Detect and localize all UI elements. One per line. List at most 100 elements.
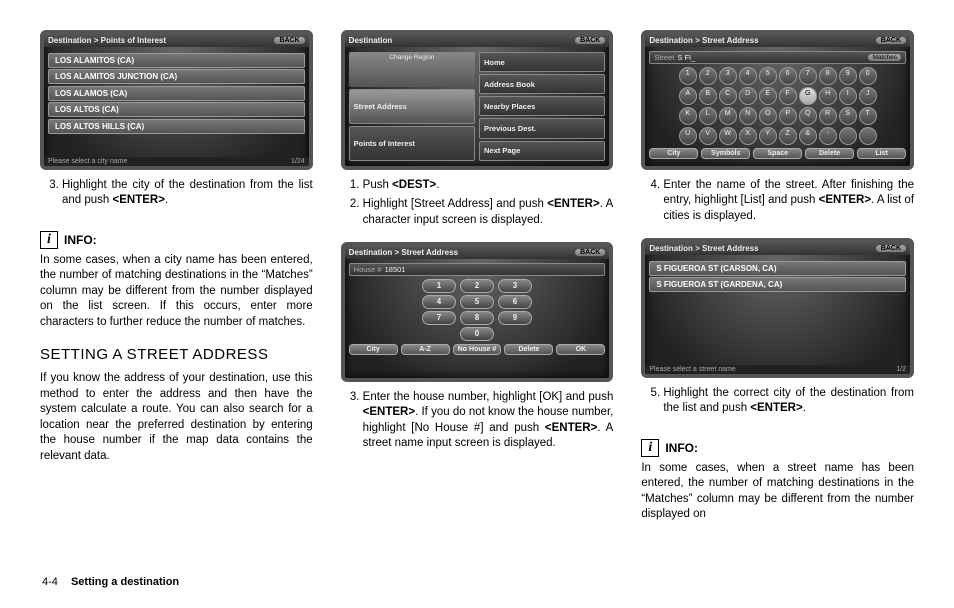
screenshot-house-number: Destination > Street Address BACK House … [341, 242, 614, 382]
breadcrumb: Destination > Street Address [349, 248, 575, 257]
key-9[interactable]: 9 [498, 311, 532, 325]
key-4[interactable]: 4 [739, 67, 757, 85]
street-field[interactable]: Street S FI_ Matches [649, 51, 906, 64]
house-number-field[interactable]: House # 18501 [349, 263, 606, 276]
key--[interactable]: - [819, 127, 837, 145]
key-V[interactable]: V [699, 127, 717, 145]
menu-address-book[interactable]: Address Book [479, 74, 605, 94]
key-8[interactable]: 8 [460, 311, 494, 325]
az-button[interactable]: A-Z [401, 344, 450, 355]
back-button[interactable]: BACK [876, 245, 906, 252]
list-item[interactable]: S FIGUEROA ST (GARDENA, CA) [649, 277, 906, 292]
key-K[interactable]: K [679, 107, 697, 125]
key-1[interactable]: 1 [679, 67, 697, 85]
key-2[interactable]: 2 [699, 67, 717, 85]
key-X[interactable]: X [739, 127, 757, 145]
alpha-keyboard: 1234567890 ABCDEFGHIJ KLMNOPQRST UVWXYZ&- [649, 67, 906, 145]
change-region[interactable]: Change Region [349, 52, 475, 87]
key-A[interactable]: A [679, 87, 697, 105]
key-G[interactable]: G [799, 87, 817, 105]
list-item[interactable]: LOS ALAMOS (CA) [48, 86, 305, 101]
back-button[interactable]: BACK [575, 249, 605, 256]
list-item[interactable]: LOS ALTOS (CA) [48, 102, 305, 117]
key-5[interactable]: 5 [460, 295, 494, 309]
key-3[interactable]: 3 [719, 67, 737, 85]
back-button[interactable]: BACK [575, 37, 605, 44]
key-2[interactable]: 2 [460, 279, 494, 293]
key-R[interactable]: R [819, 107, 837, 125]
key-J[interactable]: J [859, 87, 877, 105]
key-O[interactable]: O [759, 107, 777, 125]
space-button[interactable]: Space [753, 148, 802, 159]
key-7[interactable]: 7 [799, 67, 817, 85]
key-H[interactable]: H [819, 87, 837, 105]
key-L[interactable]: L [699, 107, 717, 125]
list-item[interactable]: LOS ALAMITOS JUNCTION (CA) [48, 69, 305, 84]
key-7[interactable]: 7 [422, 311, 456, 325]
list-item[interactable]: LOS ALTOS HILLS (CA) [48, 119, 305, 134]
key-5[interactable]: 5 [759, 67, 777, 85]
city-button[interactable]: City [349, 344, 398, 355]
key-E[interactable]: E [759, 87, 777, 105]
delete-button[interactable]: Delete [805, 148, 854, 159]
key-D[interactable]: D [739, 87, 757, 105]
section-body: If you know the address of your destinat… [40, 371, 313, 464]
key-9[interactable]: 9 [839, 67, 857, 85]
info-body: In some cases, when a city name has been… [40, 253, 313, 331]
info-icon: i [40, 231, 58, 249]
list-item[interactable]: LOS ALAMITOS (CA) [48, 53, 305, 68]
symbols-button[interactable]: Symbols [701, 148, 750, 159]
menu-prev-dest[interactable]: Previous Dest. [479, 118, 605, 138]
page-counter: 1/2 [896, 366, 906, 373]
key-0[interactable]: 0 [460, 327, 494, 341]
menu-nearby[interactable]: Nearby Places [479, 96, 605, 116]
key-3[interactable]: 3 [498, 279, 532, 293]
list-item[interactable]: S FIGUEROA ST (CARSON, CA) [649, 261, 906, 276]
key-6[interactable]: 6 [779, 67, 797, 85]
step-list: Highlight the correct city of the destin… [641, 386, 914, 421]
screenshot-street-results: Destination > Street Address BACK S FIGU… [641, 238, 914, 378]
menu-home[interactable]: Home [479, 52, 605, 72]
matches-badge: Matches [868, 54, 901, 61]
key-B[interactable]: B [699, 87, 717, 105]
key-blank [859, 127, 877, 145]
step-3: Highlight the city of the destination fr… [62, 178, 313, 209]
key-F[interactable]: F [779, 87, 797, 105]
key-8[interactable]: 8 [819, 67, 837, 85]
hint-text: Please select a street name [649, 366, 735, 373]
page-counter: 1/24 [291, 158, 305, 165]
numpad: 123 456 789 0 [349, 279, 606, 341]
no-house-button[interactable]: No House # [453, 344, 502, 355]
city-button[interactable]: City [649, 148, 698, 159]
info-heading: i INFO: [641, 439, 914, 457]
key-P[interactable]: P [779, 107, 797, 125]
back-button[interactable]: BACK [274, 37, 304, 44]
menu-poi[interactable]: Points of Interest [349, 126, 475, 161]
key-Y[interactable]: Y [759, 127, 777, 145]
menu-street-address[interactable]: Street Address [349, 89, 475, 124]
key-&[interactable]: & [799, 127, 817, 145]
key-W[interactable]: W [719, 127, 737, 145]
key-0[interactable]: 0 [859, 67, 877, 85]
ok-button[interactable]: OK [556, 344, 605, 355]
list-button[interactable]: List [857, 148, 906, 159]
menu-next-page[interactable]: Next Page [479, 141, 605, 161]
key-T[interactable]: T [859, 107, 877, 125]
step-2: Highlight [Street Address] and push <ENT… [363, 197, 614, 228]
key-4[interactable]: 4 [422, 295, 456, 309]
key-S[interactable]: S [839, 107, 857, 125]
key-M[interactable]: M [719, 107, 737, 125]
breadcrumb: Destination > Street Address [649, 244, 875, 253]
key-U[interactable]: U [679, 127, 697, 145]
breadcrumb: Destination > Points of Interest [48, 36, 274, 45]
delete-button[interactable]: Delete [504, 344, 553, 355]
key-C[interactable]: C [719, 87, 737, 105]
key-I[interactable]: I [839, 87, 857, 105]
back-button[interactable]: BACK [876, 37, 906, 44]
key-Z[interactable]: Z [779, 127, 797, 145]
key-Q[interactable]: Q [799, 107, 817, 125]
key-1[interactable]: 1 [422, 279, 456, 293]
key-N[interactable]: N [739, 107, 757, 125]
key-6[interactable]: 6 [498, 295, 532, 309]
column-1: Destination > Points of Interest BACK LO… [40, 30, 313, 523]
